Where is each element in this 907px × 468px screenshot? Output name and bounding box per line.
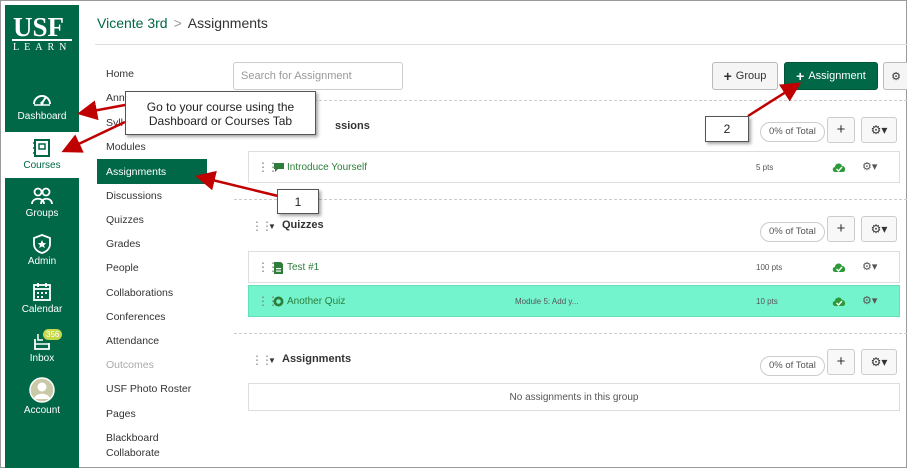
course-nav-modules[interactable]: Modules [106, 141, 146, 153]
courses-icon [33, 139, 50, 157]
nav-inbox[interactable]: 356 Inbox [5, 325, 79, 371]
global-nav: USF LEARN Dashboard Courses Groups Admin… [5, 5, 79, 468]
assignment-points: 100 pts [756, 263, 783, 272]
group-percent-badge: 0% of Total [760, 222, 825, 242]
step-1-callout: 1 [277, 189, 319, 214]
plus-icon: + [796, 68, 805, 84]
group-divider [234, 199, 907, 200]
gear-icon: ⚙ [891, 70, 901, 83]
add-to-group-button[interactable]: + [827, 117, 855, 143]
search-input[interactable] [233, 62, 403, 90]
assignment-row[interactable]: ⋮⋮ Introduce Yourself 5 pts ⚙▾ [248, 151, 900, 183]
settings-button[interactable]: ⚙ [883, 62, 907, 90]
assignment-row[interactable]: ⋮⋮ Test #1 100 pts ⚙▾ [248, 251, 900, 283]
group-title-discussions: ssions [335, 120, 370, 132]
inbox-unread-badge: 356 [43, 329, 63, 340]
nav-admin[interactable]: Admin [5, 228, 79, 274]
plus-icon: + [723, 68, 732, 84]
logo-bottom-text: LEARN [13, 42, 72, 53]
assignment-points: 10 pts [756, 297, 778, 306]
avatar-icon [29, 377, 55, 403]
course-nav-grades[interactable]: Grades [106, 238, 140, 250]
course-nav-assignments[interactable]: Assignments [97, 159, 207, 184]
published-cloud-icon[interactable] [832, 261, 846, 273]
course-nav-discussions[interactable]: Discussions [106, 190, 162, 202]
add-assignment-label: Assignment [808, 70, 866, 82]
breadcrumb-current-page: Assignments [187, 15, 268, 31]
quiz-icon [273, 296, 284, 307]
add-to-group-button[interactable]: + [827, 349, 855, 375]
empty-group-message: No assignments in this group [248, 383, 900, 411]
collapse-caret-icon[interactable]: ▼ [268, 222, 276, 231]
assignment-row-highlighted[interactable]: ⋮⋮ Another Quiz Module 5: Add y... 10 pt… [248, 285, 900, 317]
usf-learn-logo[interactable]: USF LEARN [9, 12, 75, 54]
course-nav-usf-photo-roster[interactable]: USF Photo Roster [106, 383, 191, 395]
header-divider [95, 44, 907, 45]
calendar-icon [33, 283, 51, 301]
nav-calendar-label: Calendar [21, 304, 63, 315]
course-nav-attendance[interactable]: Attendance [106, 335, 159, 347]
add-group-button[interactable]: + Group [712, 62, 778, 90]
course-nav-home[interactable]: Home [106, 68, 134, 80]
assignment-title-link[interactable]: Test #1 [287, 262, 319, 273]
item-settings-gear-icon[interactable]: ⚙▾ [862, 260, 877, 273]
nav-groups-label: Groups [25, 208, 59, 219]
breadcrumb: Vicente 3rd > Assignments [97, 15, 268, 31]
group-settings-button[interactable]: ⚙▾ [861, 349, 897, 375]
nav-dashboard-label: Dashboard [17, 111, 67, 122]
assignment-icon [274, 262, 283, 274]
course-nav-announcements[interactable]: Ann [106, 92, 125, 104]
course-nav-quizzes[interactable]: Quizzes [106, 214, 144, 226]
group-title-quizzes: Quizzes [282, 219, 324, 231]
add-to-group-button[interactable]: + [827, 216, 855, 242]
course-nav-collaborate[interactable]: Collaborate [106, 447, 160, 459]
admin-icon [33, 234, 51, 254]
nav-calendar[interactable]: Calendar [5, 276, 79, 322]
groups-icon [31, 187, 53, 205]
logo-divider [12, 39, 72, 41]
nav-inbox-label: Inbox [29, 353, 55, 364]
breadcrumb-course-link[interactable]: Vicente 3rd [97, 15, 168, 31]
nav-courses[interactable]: Courses [5, 132, 79, 178]
nav-admin-label: Admin [27, 256, 57, 267]
dashboard-icon [33, 95, 51, 106]
course-nav-pages[interactable]: Pages [106, 408, 136, 420]
add-assignment-button[interactable]: + Assignment [784, 62, 878, 90]
assignment-points: 5 pts [756, 163, 774, 172]
add-group-label: Group [735, 70, 767, 82]
course-nav-syllabus[interactable]: Syll [106, 117, 123, 129]
course-nav-conferences[interactable]: Conferences [106, 311, 166, 323]
group-divider [234, 333, 907, 334]
breadcrumb-separator: > [173, 15, 182, 31]
collapse-caret-icon[interactable]: ▼ [268, 356, 276, 365]
group-title-assignments: Assignments [282, 353, 352, 365]
nav-account-label: Account [23, 405, 61, 416]
published-cloud-icon[interactable] [832, 295, 846, 307]
step-2-callout: 2 [705, 116, 749, 142]
published-cloud-icon[interactable] [832, 161, 846, 173]
nav-account[interactable]: Account [5, 372, 79, 424]
group-settings-button[interactable]: ⚙▾ [861, 117, 897, 143]
assignment-module-label[interactable]: Module 5: Add y... [515, 297, 578, 306]
assignment-title-link[interactable]: Introduce Yourself [287, 162, 367, 173]
group-percent-badge: 0% of Total [760, 356, 825, 376]
item-settings-gear-icon[interactable]: ⚙▾ [862, 294, 877, 307]
course-nav-blackboard[interactable]: Blackboard [106, 432, 159, 444]
nav-dashboard[interactable]: Dashboard [5, 83, 79, 129]
nav-groups[interactable]: Groups [5, 180, 79, 226]
nav-courses-label: Courses [23, 160, 61, 171]
course-nav-collaborations[interactable]: Collaborations [106, 287, 173, 299]
group-divider [234, 100, 907, 101]
item-settings-gear-icon[interactable]: ⚙▾ [862, 160, 877, 173]
group-settings-button[interactable]: ⚙▾ [861, 216, 897, 242]
group-percent-badge: 0% of Total [760, 122, 825, 142]
instruction-callout: Go to your course using the Dashboard or… [125, 91, 316, 135]
course-nav-people[interactable]: People [106, 262, 139, 274]
assignment-title-link[interactable]: Another Quiz [287, 296, 345, 307]
course-nav-outcomes[interactable]: Outcomes [106, 359, 154, 371]
discussion-icon [274, 163, 284, 172]
